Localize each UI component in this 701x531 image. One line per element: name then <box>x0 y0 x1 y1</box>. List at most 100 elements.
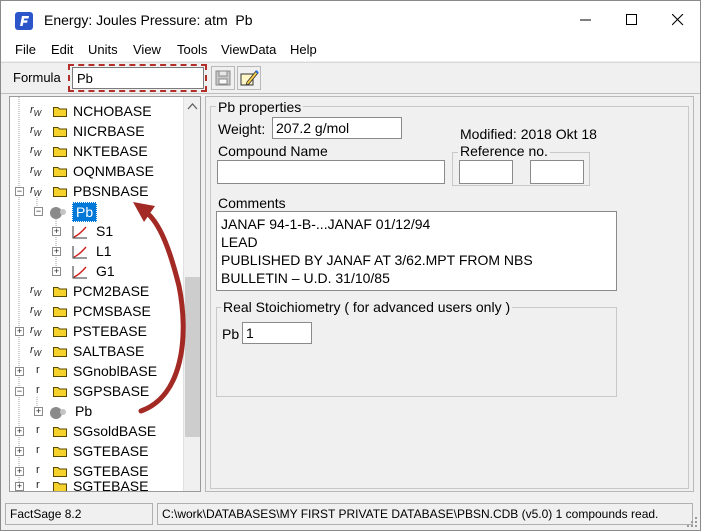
reference-field-2[interactable] <box>530 160 584 184</box>
database-tree[interactable]: rW NCHOBASE rW NICRBASE rW NKTEBASE rW O… <box>9 96 201 492</box>
stoichiometry-title: Real Stoichiometry ( for advanced users … <box>221 299 513 315</box>
minimize-button[interactable] <box>563 1 609 39</box>
collapse-toggle[interactable]: − <box>34 207 43 216</box>
stoichiometry-group <box>216 307 617 397</box>
menu-viewdata[interactable]: ViewData <box>221 42 276 57</box>
rw-marker: rW <box>30 344 42 359</box>
expand-toggle[interactable]: + <box>52 267 61 276</box>
collapse-toggle[interactable]: − <box>15 187 24 196</box>
tree-item[interactable]: − r SGPSBASE <box>10 382 185 402</box>
folder-icon <box>53 127 67 137</box>
tree-item[interactable]: + r SGTEBASE <box>10 477 185 492</box>
tree-item[interactable]: + G1 <box>10 262 185 282</box>
status-bar: FactSage 8.2 C:\work\DATABASES\MY FIRST … <box>1 499 700 530</box>
tree-item-label: SGTEBASE <box>73 443 149 459</box>
tree-item-label: OQNMBASE <box>73 163 154 179</box>
expand-toggle[interactable]: + <box>34 407 43 416</box>
tree-item[interactable]: + L1 <box>10 242 185 262</box>
tree-item-label: PCMSBASE <box>73 303 151 319</box>
tree-item[interactable]: rW OQNMBASE <box>10 162 185 182</box>
folder-icon <box>53 107 67 117</box>
tree-item-label: NICRBASE <box>73 123 145 139</box>
tree-item-label: G1 <box>96 263 115 279</box>
folder-icon <box>53 287 67 297</box>
comment-line: PUBLISHED BY JANAF AT 3/62.MPT FROM NBS <box>221 252 533 268</box>
menu-file[interactable]: File <box>15 42 36 57</box>
stoich-element-label: Pb <box>222 326 240 342</box>
tree-item-label: PCM2BASE <box>73 283 150 299</box>
tree-item[interactable]: + rW PSTEBASE <box>10 322 185 342</box>
expand-toggle[interactable]: + <box>15 327 24 336</box>
phase-curve-icon <box>72 266 87 279</box>
tree-item-label: SGsoldBASE <box>73 423 157 439</box>
folder-icon <box>53 147 67 157</box>
compound-name-label: Compound Name <box>218 143 328 159</box>
folder-icon <box>53 167 67 177</box>
minimize-icon <box>580 19 591 21</box>
menu-tools[interactable]: Tools <box>177 42 207 57</box>
main-window: Energy: Joules Pressure: atm Pb File Edi… <box>0 0 701 531</box>
stoich-value-field[interactable] <box>242 322 312 344</box>
weight-field[interactable] <box>272 117 402 139</box>
tree-item-label: NCHOBASE <box>73 103 152 119</box>
maximize-button[interactable] <box>609 1 655 39</box>
folder-icon <box>53 427 67 437</box>
expand-toggle[interactable]: + <box>15 447 24 456</box>
tree-item[interactable]: + Pb <box>10 402 185 422</box>
collapse-toggle[interactable]: − <box>15 387 24 396</box>
tree-item[interactable]: rW NKTEBASE <box>10 142 185 162</box>
properties-title: Pb properties <box>216 99 304 115</box>
expand-toggle[interactable]: + <box>15 467 24 476</box>
tree-item[interactable]: + r SGsoldBASE <box>10 422 185 442</box>
tree-item-label: Pb <box>72 202 98 222</box>
menu-view[interactable]: View <box>133 42 161 57</box>
edit-button[interactable] <box>237 66 261 90</box>
tree-item[interactable]: rW NCHOBASE <box>10 102 185 122</box>
expand-toggle[interactable]: + <box>52 247 61 256</box>
expand-toggle[interactable]: + <box>15 367 24 376</box>
folder-icon <box>53 367 67 377</box>
version-status: FactSage 8.2 <box>5 503 153 525</box>
save-icon <box>215 70 231 86</box>
menu-help[interactable]: Help <box>290 42 317 57</box>
menu-units[interactable]: Units <box>88 42 118 57</box>
comment-line: BULLETIN – U.D. 31/10/85 <box>221 270 390 286</box>
r-marker: r <box>36 479 40 491</box>
save-button[interactable] <box>211 66 235 90</box>
tree-item-label: NKTEBASE <box>73 143 148 159</box>
tree-item[interactable]: rW PCMSBASE <box>10 302 185 322</box>
rw-marker: rW <box>30 164 42 179</box>
tree-item-label: SGTEBASE <box>73 478 149 492</box>
tree-item[interactable]: rW NICRBASE <box>10 122 185 142</box>
tree-item[interactable]: − rW PBSNBASE <box>10 182 185 202</box>
close-button[interactable] <box>655 1 700 39</box>
tree-item[interactable]: rW SALTBASE <box>10 342 185 362</box>
tree-item-label: Pb <box>75 403 93 419</box>
reference-field-1[interactable] <box>459 160 513 184</box>
folder-icon <box>53 307 67 317</box>
scroll-up-icon[interactable] <box>187 102 198 110</box>
rw-marker: rW <box>30 144 42 159</box>
formula-input[interactable] <box>72 67 204 89</box>
comments-box[interactable]: JANAF 94-1-B-...JANAF 01/12/94 LEAD PUBLIS… <box>216 211 617 291</box>
element-icon <box>50 407 66 419</box>
rw-marker: rW <box>30 124 42 139</box>
rw-marker: rW <box>30 104 42 119</box>
tree-item[interactable]: + r SGTEBASE <box>10 442 185 462</box>
rw-marker: rW <box>30 324 42 339</box>
compound-name-field[interactable] <box>217 160 445 184</box>
tree-item[interactable]: + r SGnoblBASE <box>10 362 185 382</box>
tree-item-selected[interactable]: − Pb <box>10 202 185 222</box>
rw-marker: rW <box>30 184 42 199</box>
tree-scrollbar[interactable] <box>183 97 200 491</box>
expand-toggle[interactable]: + <box>52 227 61 236</box>
expand-toggle[interactable]: + <box>15 482 24 491</box>
rw-marker: rW <box>30 284 42 299</box>
menu-edit[interactable]: Edit <box>51 42 73 57</box>
tree-item[interactable]: + S1 <box>10 222 185 242</box>
scroll-thumb[interactable] <box>185 277 200 437</box>
tree-item[interactable]: rW PCM2BASE <box>10 282 185 302</box>
expand-toggle[interactable]: + <box>15 427 24 436</box>
resize-grip-icon[interactable] <box>686 516 698 528</box>
element-icon <box>50 207 66 219</box>
